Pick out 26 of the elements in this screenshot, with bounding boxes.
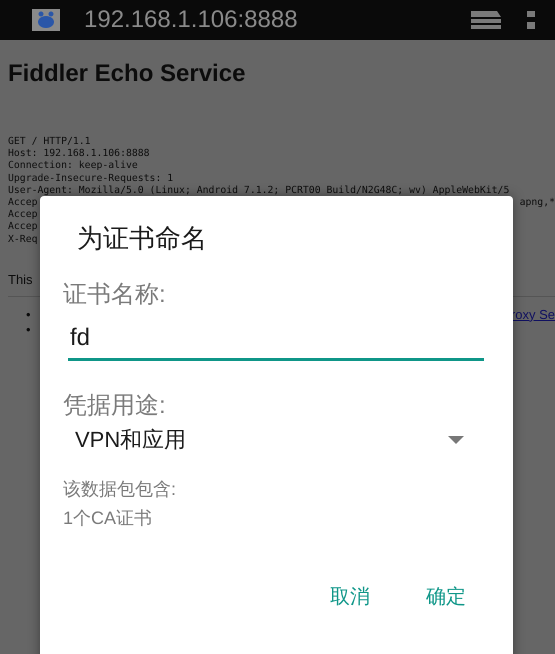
info-text: 1个CA证书 <box>63 507 154 530</box>
dialog-button[interactable]: 取消 <box>330 585 370 609</box>
header-line: GET / HTTP/1.1 <box>8 136 91 148</box>
field-label: 证书名称: <box>63 280 167 310</box>
header-line: Accep <box>8 209 38 222</box>
header-line: apng,* <box>520 197 555 210</box>
more-icon[interactable] <box>527 11 535 29</box>
header-line: Upgrade-Insecure-Requests: 1 <box>8 172 174 185</box>
header-line: Connection: keep-alive <box>8 160 138 173</box>
caret-icon <box>448 436 464 444</box>
header-line: User-Agent: Mozilla/5.0 (Linux; Android 7.1.2; PCRT00 Build/N2G48C; wv) AppleWebKit/5 <box>8 184 510 198</box>
dialog-title: 为证书命名 <box>77 222 208 254</box>
input-field[interactable]: fd <box>68 320 484 361</box>
paragraph-text: This <box>8 272 34 288</box>
header-line: Accep <box>8 197 38 210</box>
header-line: Accep <box>8 221 38 234</box>
header-line: Host: 192.168.1.106:8888 <box>8 148 150 160</box>
info-label: 该数据包包含: <box>63 478 178 501</box>
field-label: 凭据用途: <box>63 391 167 421</box>
page-heading: Fiddler Echo Service <box>8 60 246 88</box>
bullet-marker: • <box>26 306 31 322</box>
dialog-button[interactable]: 确定 <box>426 585 466 609</box>
bullet-marker: • <box>26 322 31 337</box>
header-line: X-Req <box>8 234 38 246</box>
dropdown[interactable]: VPN和应用 <box>75 425 484 455</box>
tabs-icon[interactable] <box>471 11 503 29</box>
